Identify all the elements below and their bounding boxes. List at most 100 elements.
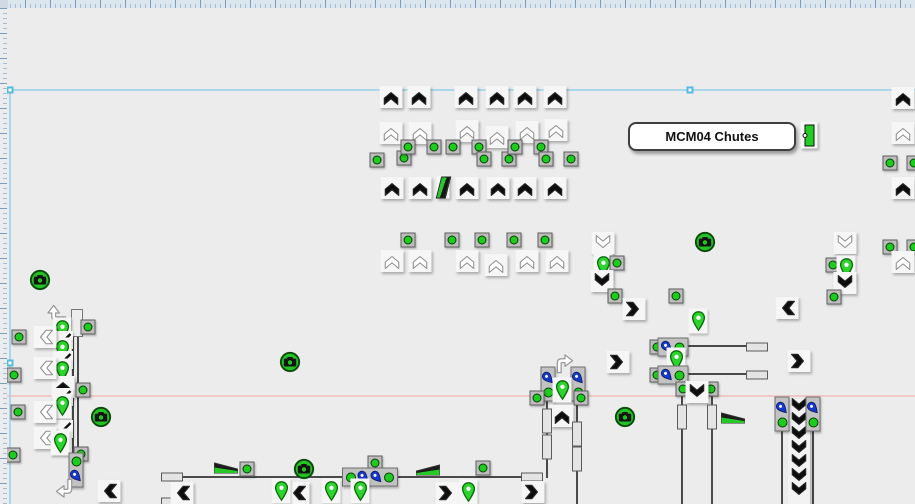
chevron-white-left-icon[interactable]: [34, 401, 57, 423]
chevron-black-up-icon[interactable]: [486, 86, 509, 108]
conveyor-segment[interactable]: [542, 435, 552, 460]
chevron-white-left-icon[interactable]: [34, 326, 57, 348]
gate-indicator[interactable]: [801, 122, 818, 149]
status-dot-indicator[interactable]: [883, 156, 898, 171]
location-pin-green-icon[interactable]: [459, 480, 478, 504]
chevron-black-up-icon[interactable]: [456, 177, 479, 199]
chevron-white-up-icon[interactable]: [409, 250, 432, 272]
status-dot-indicator[interactable]: [11, 405, 26, 420]
chevron-black-up-icon[interactable]: [514, 177, 537, 199]
camera-icon[interactable]: [280, 352, 301, 373]
chevron-black-up-icon[interactable]: [380, 86, 403, 108]
selection-handle[interactable]: [687, 87, 694, 94]
chevron-black-up-icon[interactable]: [409, 177, 432, 199]
chevron-black-up-icon[interactable]: [514, 86, 537, 108]
chevron-white-up-icon[interactable]: [486, 126, 509, 148]
scada-editor-canvas[interactable]: MCM04 Chutes: [0, 0, 915, 504]
location-pin-green-icon[interactable]: [322, 479, 341, 504]
chevron-black-up-icon[interactable]: [892, 177, 915, 199]
chevron-black-right-icon[interactable]: [607, 351, 630, 373]
selection-handle[interactable]: [7, 360, 14, 367]
chevron-white-down-icon[interactable]: [592, 232, 615, 254]
chevron-black-down-icon[interactable]: [686, 381, 709, 403]
chute-area-label[interactable]: MCM04 Chutes: [628, 122, 796, 151]
status-dot-indicator[interactable]: [7, 368, 22, 383]
chevron-black-right-icon[interactable]: [436, 482, 459, 504]
chevron-white-up-icon[interactable]: [892, 122, 915, 144]
status-dot-indicator[interactable]: [401, 140, 416, 155]
camera-icon[interactable]: [91, 407, 112, 428]
ramp-indicator[interactable]: [721, 413, 745, 424]
chevron-white-up-icon[interactable]: [456, 250, 479, 272]
status-dot-indicator[interactable]: [530, 391, 545, 406]
status-dot-indicator[interactable]: [370, 153, 385, 168]
status-dot-indicator[interactable]: [508, 140, 523, 155]
chevron-black-right-icon[interactable]: [623, 298, 646, 320]
status-dot-indicator[interactable]: [539, 152, 554, 167]
status-dot-indicator[interactable]: [507, 233, 522, 248]
location-pin-green-icon[interactable]: [351, 479, 370, 504]
status-dot-indicator[interactable]: [669, 289, 684, 304]
status-dot-indicator[interactable]: [564, 152, 579, 167]
conveyor-segment[interactable]: [161, 473, 183, 482]
chevron-black-down-icon[interactable]: [788, 479, 811, 501]
status-dot-indicator[interactable]: [574, 391, 589, 406]
chevron-black-right-icon[interactable]: [788, 350, 811, 372]
sensor-group[interactable]: [775, 397, 790, 432]
location-pin-green-icon[interactable]: [689, 309, 708, 334]
chevron-black-right-icon[interactable]: [522, 481, 545, 503]
status-dot-indicator[interactable]: [608, 289, 623, 304]
status-dot-indicator[interactable]: [401, 233, 416, 248]
chevron-white-up-icon[interactable]: [381, 250, 404, 272]
status-dot-indicator[interactable]: [81, 320, 96, 335]
conveyor-segment[interactable]: [746, 343, 768, 352]
camera-icon[interactable]: [294, 459, 315, 480]
chevron-black-up-icon[interactable]: [544, 177, 567, 199]
conveyor-segment[interactable]: [572, 447, 582, 472]
status-dot-indicator[interactable]: [6, 448, 21, 463]
selection-handle[interactable]: [7, 87, 14, 94]
conveyor-segment[interactable]: [572, 422, 582, 447]
camera-icon[interactable]: [30, 270, 51, 291]
chevron-black-up-icon[interactable]: [455, 86, 478, 108]
chevron-white-up-icon[interactable]: [516, 250, 539, 272]
conveyor-segment[interactable]: [707, 405, 717, 430]
chevron-black-left-icon[interactable]: [776, 297, 799, 319]
chevron-white-left-icon[interactable]: [34, 357, 57, 379]
chevron-white-up-icon[interactable]: [892, 251, 915, 273]
chevron-white-up-icon[interactable]: [380, 122, 403, 144]
chevron-black-left-icon[interactable]: [171, 482, 194, 504]
chevron-black-up-icon[interactable]: [381, 177, 404, 199]
chevron-white-up-icon[interactable]: [546, 250, 569, 272]
conveyor-segment[interactable]: [746, 371, 768, 380]
status-dot-indicator[interactable]: [827, 290, 842, 305]
status-dot-indicator[interactable]: [76, 383, 91, 398]
status-dot-indicator[interactable]: [427, 140, 442, 155]
status-dot-indicator[interactable]: [477, 152, 492, 167]
status-dot-indicator[interactable]: [240, 462, 255, 477]
chevron-black-up-icon[interactable]: [892, 87, 915, 109]
chevron-black-up-icon[interactable]: [487, 177, 510, 199]
chevron-white-down-icon[interactable]: [834, 232, 857, 254]
ramp-indicator[interactable]: [214, 463, 238, 474]
status-dot-indicator[interactable]: [907, 156, 915, 171]
conveyor-segment[interactable]: [542, 409, 552, 434]
chevron-white-up-icon[interactable]: [545, 119, 568, 141]
status-dot-indicator[interactable]: [12, 330, 27, 345]
status-dot-indicator[interactable]: [475, 233, 490, 248]
chevron-white-up-icon[interactable]: [485, 254, 508, 276]
chevron-black-up-icon[interactable]: [544, 86, 567, 108]
status-dot-indicator[interactable]: [446, 140, 461, 155]
chevron-black-up-icon[interactable]: [408, 86, 431, 108]
status-dot-indicator[interactable]: [445, 233, 460, 248]
status-dot-indicator[interactable]: [476, 461, 491, 476]
turn-arrow-icon[interactable]: [55, 478, 76, 499]
ramp-indicator[interactable]: [416, 465, 440, 476]
status-dot-indicator[interactable]: [610, 256, 625, 271]
location-pin-green-icon[interactable]: [553, 378, 572, 403]
camera-icon[interactable]: [695, 232, 716, 253]
sensor-group[interactable]: [806, 397, 821, 432]
chevron-black-up-icon[interactable]: [551, 405, 574, 427]
chevron-black-left-icon[interactable]: [98, 480, 121, 502]
camera-icon[interactable]: [615, 407, 636, 428]
